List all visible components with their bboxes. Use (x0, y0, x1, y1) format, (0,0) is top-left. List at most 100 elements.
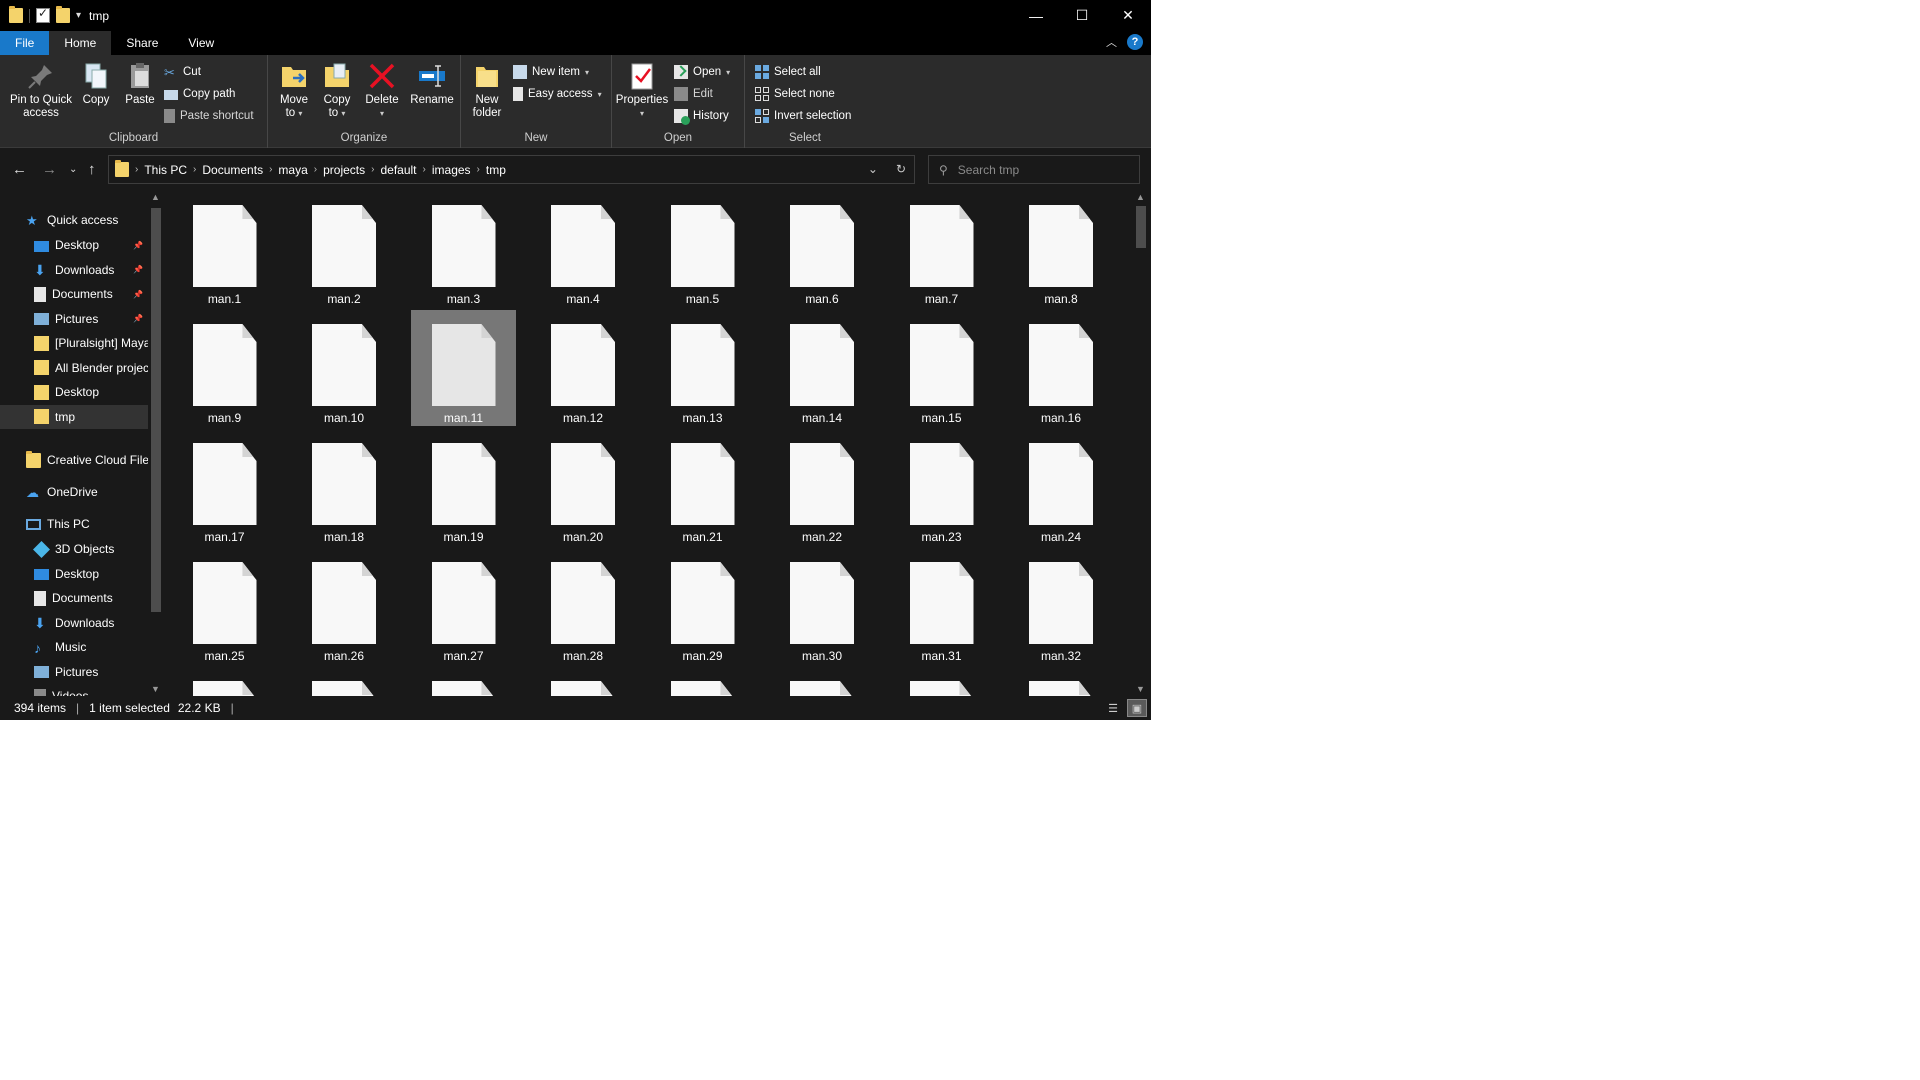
scrollbar-thumb[interactable] (1136, 206, 1146, 248)
breadcrumb-documents[interactable]: Documents (196, 163, 269, 177)
tab-view[interactable]: View (173, 31, 229, 55)
new-folder-button[interactable]: New folder (469, 61, 505, 120)
tab-home[interactable]: Home (49, 31, 112, 55)
file-tile[interactable]: man.18 (292, 429, 397, 545)
nav-item-all-blender-projec[interactable]: All Blender projec (0, 356, 148, 380)
nav-item-downloads[interactable]: ⬇ Downloads (0, 611, 148, 635)
pin-to-quick-access-button[interactable]: Pin to Quick access (6, 61, 76, 120)
chevron-down-icon[interactable]: ⌄ (868, 162, 878, 176)
file-tile[interactable]: man.26 (292, 548, 397, 664)
file-tile[interactable]: man.19 (411, 429, 516, 545)
file-tile[interactable]: man.29 (650, 548, 755, 664)
scroll-down-icon[interactable]: ▼ (1136, 684, 1145, 694)
breadcrumb-projects[interactable]: projects (317, 163, 371, 177)
paste-button[interactable]: Paste (124, 61, 156, 107)
tab-share[interactable]: Share (111, 31, 173, 55)
select-all-button[interactable]: Select all (755, 63, 821, 81)
file-tile[interactable]: man.16 (1009, 310, 1114, 426)
file-tile[interactable]: man.5 (650, 191, 755, 307)
file-tile[interactable]: man.11 (411, 310, 516, 426)
copy-path-button[interactable]: Copy path (164, 85, 235, 103)
file-tile[interactable]: man.20 (531, 429, 636, 545)
nav-item-tmp[interactable]: tmp (0, 404, 148, 429)
select-none-button[interactable]: Select none (755, 85, 835, 103)
file-tile[interactable]: man.8 (1009, 191, 1114, 307)
search-input[interactable] (957, 162, 1118, 177)
file-tile[interactable] (411, 667, 516, 696)
address-bar[interactable]: › This PC › Documents › maya › projects … (108, 155, 915, 184)
file-tile[interactable]: man.21 (650, 429, 755, 545)
file-tile[interactable] (1009, 667, 1114, 696)
move-to-button[interactable]: Move to ▾ (276, 61, 312, 120)
file-tile[interactable]: man.1 (172, 191, 277, 307)
nav-item-3d-objects[interactable]: 3D Objects (0, 537, 148, 561)
nav-item-documents[interactable]: Documents (0, 586, 148, 610)
file-tile[interactable]: man.2 (292, 191, 397, 307)
nav-creative-cloud-files[interactable]: Creative Cloud File (0, 448, 148, 472)
file-tile[interactable]: man.6 (770, 191, 875, 307)
file-tile[interactable]: man.30 (770, 548, 875, 664)
nav-item-pictures[interactable]: Pictures (0, 660, 148, 684)
collapse-ribbon-icon[interactable]: ︿ (1106, 34, 1117, 50)
new-folder-icon[interactable] (56, 6, 70, 23)
file-tile[interactable]: man.27 (411, 548, 516, 664)
rename-button[interactable]: Rename (409, 61, 455, 107)
invert-selection-button[interactable]: Invert selection (755, 107, 851, 125)
nav-item-downloads[interactable]: ⬇ Downloads 📌 (0, 258, 148, 282)
tab-file[interactable]: File (0, 31, 50, 55)
file-tile[interactable]: man.9 (172, 310, 277, 426)
file-tile[interactable]: man.22 (770, 429, 875, 545)
file-tile[interactable]: man.10 (292, 310, 397, 426)
scroll-down-icon[interactable]: ▼ (151, 684, 160, 694)
nav-item-desktop[interactable]: Desktop 📌 (0, 233, 148, 257)
up-arrow-icon[interactable]: ↑ (88, 161, 96, 178)
file-tile[interactable]: man.31 (889, 548, 994, 664)
file-tile[interactable]: man.3 (411, 191, 516, 307)
breadcrumb-tmp[interactable]: tmp (480, 163, 512, 177)
help-icon[interactable]: ? (1127, 34, 1143, 50)
breadcrumb-images[interactable]: images (426, 163, 477, 177)
search-box[interactable]: ⚲ (928, 155, 1140, 184)
file-tile[interactable]: man.23 (889, 429, 994, 545)
nav-quick-access[interactable]: ★ Quick access (0, 208, 148, 232)
forward-arrow-icon[interactable]: → (42, 161, 57, 178)
copy-button[interactable]: Copy (80, 61, 112, 107)
nav-item-desktop[interactable]: Desktop (0, 562, 148, 586)
delete-button[interactable]: Delete ▾ (364, 61, 400, 120)
breadcrumb-maya[interactable]: maya (272, 163, 313, 177)
properties-button[interactable]: Properties ▾ (614, 61, 670, 120)
recent-locations-icon[interactable]: ⌄ (69, 164, 77, 175)
file-tile[interactable]: man.24 (1009, 429, 1114, 545)
nav-item-videos[interactable]: Videos (0, 684, 148, 696)
open-button[interactable]: Open ▾ (674, 63, 730, 81)
nav-item-music[interactable]: ♪ Music (0, 635, 148, 659)
details-view-icon[interactable]: ☰ (1103, 699, 1123, 717)
file-tile[interactable]: man.4 (531, 191, 636, 307)
file-tile[interactable] (889, 667, 994, 696)
customize-toolbar-icon[interactable]: ▾ (76, 10, 81, 21)
file-tile[interactable]: man.13 (650, 310, 755, 426)
history-button[interactable]: History (674, 107, 729, 125)
nav-this-pc[interactable]: This PC (0, 512, 148, 536)
new-item-button[interactable]: New item ▾ (513, 63, 589, 81)
refresh-icon[interactable]: ↻ (896, 162, 906, 176)
content-scrollbar[interactable]: ▲ ▼ (1132, 190, 1149, 696)
breadcrumb-this-pc[interactable]: This PC (138, 163, 193, 177)
file-tile[interactable]: man.32 (1009, 548, 1114, 664)
cut-button[interactable]: ✂ Cut (164, 63, 201, 81)
file-tile[interactable]: man.28 (531, 548, 636, 664)
scroll-up-icon[interactable]: ▲ (151, 192, 160, 202)
edit-button[interactable]: Edit (674, 85, 713, 103)
easy-access-button[interactable]: Easy access ▾ (513, 85, 602, 103)
nav-item-documents[interactable]: Documents 📌 (0, 282, 148, 306)
scrollbar-thumb[interactable] (151, 208, 161, 612)
file-tile[interactable]: man.14 (770, 310, 875, 426)
minimize-button[interactable]: — (1013, 0, 1059, 31)
nav-item-desktop[interactable]: Desktop (0, 380, 148, 404)
breadcrumb-default[interactable]: default (374, 163, 422, 177)
file-tile[interactable]: man.17 (172, 429, 277, 545)
file-tile[interactable] (650, 667, 755, 696)
file-tile[interactable]: man.12 (531, 310, 636, 426)
back-arrow-icon[interactable]: ← (12, 161, 27, 178)
file-tile[interactable] (531, 667, 636, 696)
